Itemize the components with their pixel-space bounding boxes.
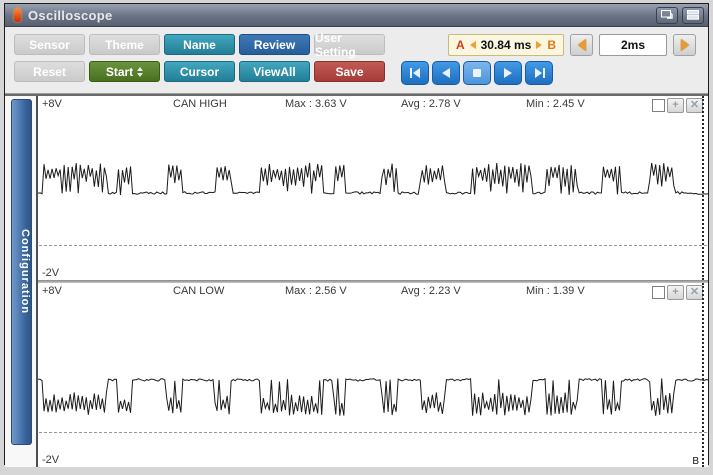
user-setting-button-label: User Setting — [315, 30, 356, 59]
review-button-label: Review — [253, 37, 296, 52]
play-button[interactable] — [494, 61, 522, 85]
panel-can-low: +8V CAN LOW Max : 2.56 V Avg : 2.23 V Mi… — [38, 283, 708, 467]
zoom-in-button[interactable]: + — [667, 98, 684, 113]
save-button-label: Save — [335, 64, 364, 79]
viewall-button-label: ViewAll — [253, 64, 296, 79]
cursor-b-line[interactable] — [702, 96, 704, 280]
toolbar-row-1: Sensor Theme Name Review User Setting — [14, 31, 389, 59]
tile-windows-button[interactable] — [682, 6, 704, 24]
sensor-button[interactable]: Sensor — [14, 34, 85, 55]
skip-to-end-icon — [534, 68, 545, 78]
titlebar: Oscilloscope — [5, 4, 708, 27]
name-button[interactable]: Name — [164, 34, 235, 55]
channel-checkbox[interactable] — [652, 286, 665, 299]
cursor-b-marker-label: B — [692, 456, 699, 467]
viewall-button[interactable]: ViewAll — [239, 61, 310, 82]
start-button[interactable]: Start — [89, 61, 160, 82]
start-stepper-icon[interactable] — [137, 66, 144, 77]
zoom-in-button[interactable]: + — [667, 285, 684, 300]
cursor-button[interactable]: Cursor — [164, 61, 235, 82]
step-back-icon — [442, 68, 450, 78]
name-button-label: Name — [183, 37, 216, 52]
ab-delta-value: 30.84 ms — [480, 38, 532, 52]
cursor-b-arrow-icon — [536, 41, 543, 49]
range-top-label: +8V — [42, 285, 62, 297]
review-button[interactable]: Review — [239, 34, 310, 55]
can-high-waveform — [38, 96, 708, 280]
zero-reference-line — [39, 245, 707, 246]
cursor-b-line[interactable] — [702, 283, 704, 467]
theme-button-label: Theme — [105, 37, 144, 52]
skip-to-start-button[interactable] — [401, 61, 429, 85]
right-arrow-icon — [680, 39, 689, 51]
cursor-a-label: A — [455, 38, 465, 52]
playback-controls — [401, 61, 553, 85]
skip-to-end-button[interactable] — [525, 61, 553, 85]
main-area: Configuration +8V CAN HIGH Max : 3.63 V … — [5, 94, 708, 467]
range-bottom-label: -2V — [42, 267, 60, 279]
avg-value-label: Avg : 2.23 V — [401, 285, 461, 297]
max-value-label: Max : 3.63 V — [285, 98, 347, 110]
window-title: Oscilloscope — [28, 7, 113, 23]
ab-cursor-readout: A 30.84 ms B — [447, 34, 564, 56]
play-icon — [504, 68, 512, 78]
min-value-label: Min : 2.45 V — [526, 98, 585, 110]
configuration-tab[interactable]: Configuration — [11, 99, 32, 445]
time-controls: A 30.84 ms B 2ms — [447, 34, 696, 56]
app-icon — [14, 8, 21, 22]
cursor-a-arrow-icon — [469, 41, 476, 49]
min-value-label: Min : 1.39 V — [526, 285, 585, 297]
zero-reference-line — [39, 432, 707, 433]
toolbar-row-2: Reset Start Cursor ViewAll Save — [14, 61, 389, 82]
panel-controls: + ✕ — [652, 285, 703, 300]
can-low-waveform — [38, 283, 708, 467]
sensor-button-label: Sensor — [29, 37, 70, 52]
range-bottom-label: -2V — [42, 454, 60, 466]
stop-button[interactable] — [463, 61, 491, 85]
panel-controls: + ✕ — [652, 98, 703, 113]
oscilloscope-window: Oscilloscope Sensor Theme Name Review Us… — [4, 3, 709, 467]
timebase-increase-button[interactable] — [673, 34, 696, 56]
timebase-decrease-button[interactable] — [570, 34, 593, 56]
start-button-label: Start — [105, 64, 134, 79]
step-back-button[interactable] — [432, 61, 460, 85]
theme-button[interactable]: Theme — [89, 34, 160, 55]
cursor-button-label: Cursor — [179, 64, 220, 79]
channel-name-label: CAN HIGH — [173, 98, 227, 110]
max-value-label: Max : 2.56 V — [285, 285, 347, 297]
tile-windows-icon — [687, 10, 699, 20]
export-window-icon — [660, 10, 673, 19]
close-panel-button[interactable]: ✕ — [686, 285, 703, 300]
channel-checkbox[interactable] — [652, 99, 665, 112]
user-setting-button[interactable]: User Setting — [314, 31, 385, 59]
close-panel-button[interactable]: ✕ — [686, 98, 703, 113]
save-button[interactable]: Save — [314, 61, 385, 82]
reset-button[interactable]: Reset — [14, 61, 85, 82]
toolbar: Sensor Theme Name Review User Setting Re… — [5, 27, 708, 94]
left-arrow-icon — [577, 39, 586, 51]
panel-can-high: +8V CAN HIGH Max : 3.63 V Avg : 2.78 V M… — [38, 96, 708, 280]
toolbar-button-grid: Sensor Theme Name Review User Setting Re… — [14, 31, 389, 88]
timebase-value[interactable]: 2ms — [599, 34, 667, 56]
scope-panels: +8V CAN HIGH Max : 3.63 V Avg : 2.78 V M… — [38, 96, 708, 467]
avg-value-label: Avg : 2.78 V — [401, 98, 461, 110]
cursor-b-label: B — [547, 38, 556, 52]
stop-icon — [473, 69, 481, 77]
reset-button-label: Reset — [33, 64, 66, 79]
range-top-label: +8V — [42, 98, 62, 110]
channel-name-label: CAN LOW — [173, 285, 225, 297]
left-rail: Configuration — [5, 96, 38, 467]
skip-to-start-icon — [409, 68, 420, 78]
export-window-button[interactable] — [656, 6, 678, 24]
